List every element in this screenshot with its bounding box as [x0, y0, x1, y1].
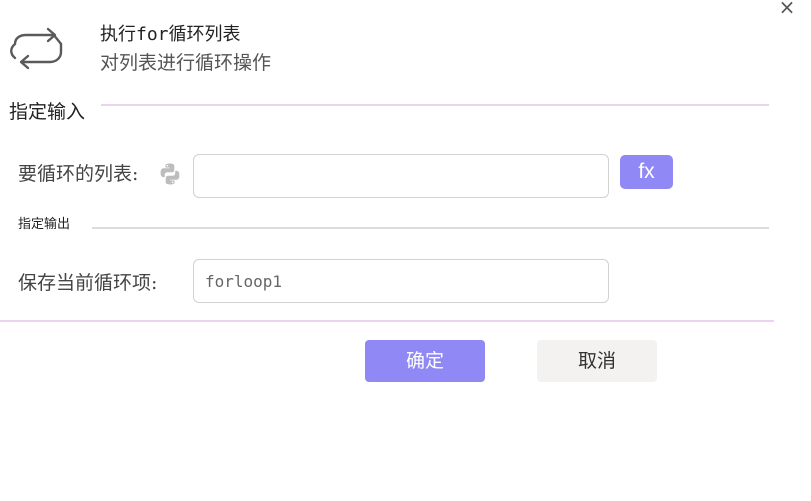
loop-item-input[interactable] [193, 259, 609, 303]
close-icon[interactable]: × [776, 0, 798, 18]
input-section-heading: 指定输入 [9, 101, 86, 123]
footer-divider [0, 320, 774, 322]
list-field-label: 要循环的列表: [18, 163, 139, 185]
loop-icon [10, 27, 63, 70]
fx-button[interactable]: fx [620, 155, 673, 189]
dialog-subtitle: 对列表进行循环操作 [100, 52, 272, 74]
dialog-title: 执行for循环列表 [100, 24, 241, 45]
python-icon[interactable] [158, 162, 182, 186]
input-section-divider [101, 104, 769, 106]
loop-item-field-label: 保存当前循环项: [18, 272, 158, 294]
cancel-button[interactable]: 取消 [537, 340, 657, 382]
confirm-button[interactable]: 确定 [365, 340, 485, 382]
output-section-divider [92, 227, 769, 229]
list-input[interactable] [193, 154, 609, 198]
output-section-heading: 指定输出 [18, 217, 71, 232]
